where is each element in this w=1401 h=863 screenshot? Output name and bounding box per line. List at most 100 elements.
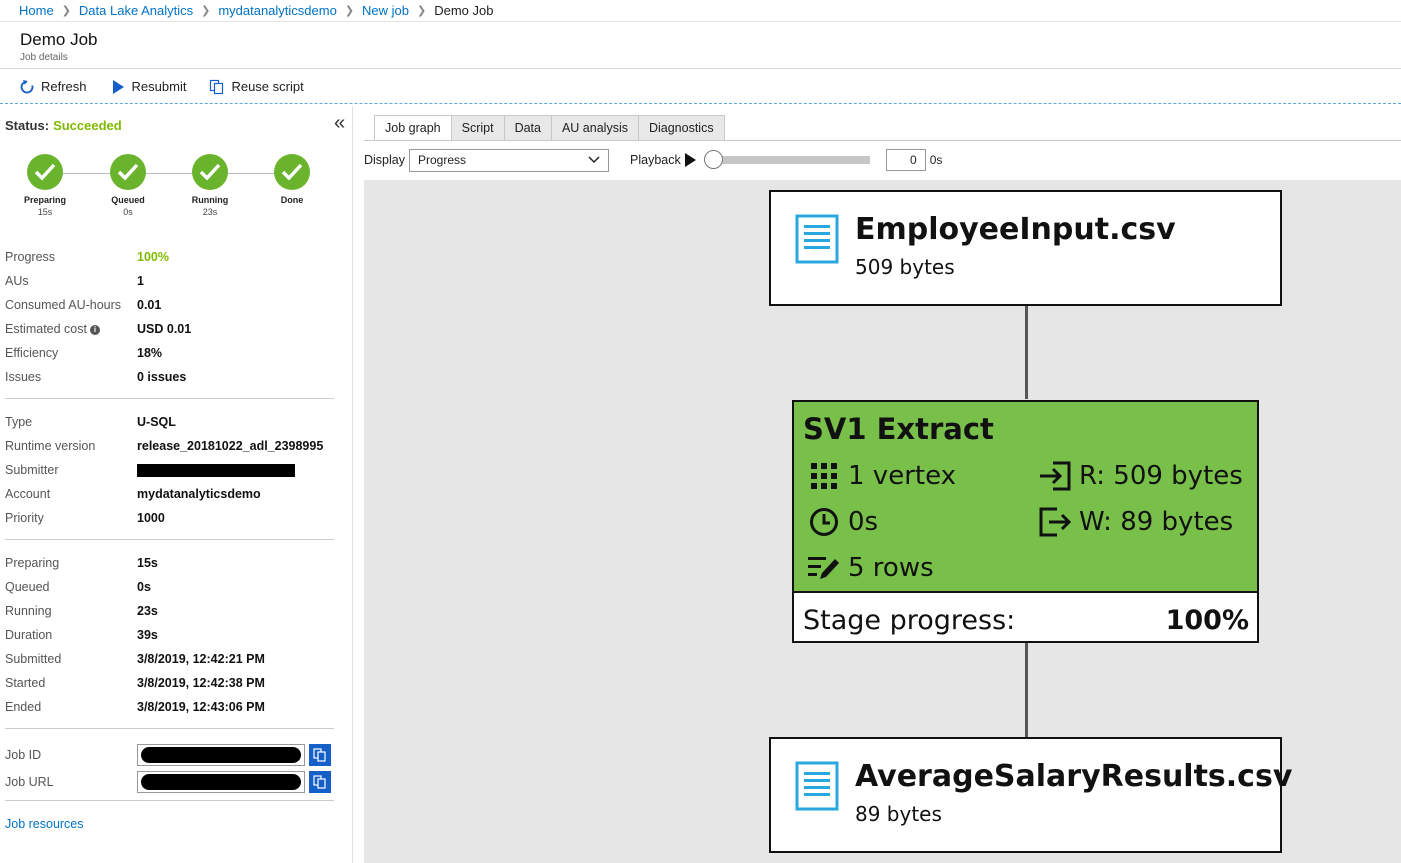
playback-slider[interactable] (703, 150, 870, 170)
tab-au-analysis[interactable]: AU analysis (551, 115, 639, 141)
step-time: 0s (123, 207, 133, 217)
node-name: EmployeeInput.csv (855, 212, 1176, 247)
property-key: Issues (5, 370, 42, 384)
breadcrumb: Home ❯ Data Lake Analytics ❯ mydatanalyt… (0, 0, 1401, 22)
collapse-panel-icon[interactable]: « (334, 112, 345, 135)
stage-progress-label: Stage progress: (803, 605, 1016, 636)
property-row-efficiency: Efficiency 18% (5, 341, 335, 365)
property-value: 1000 (137, 511, 165, 525)
stage-vertices-text: 1 vertex (848, 461, 956, 491)
divider (5, 800, 334, 801)
playback-controls: Playback 0 0s (630, 149, 942, 171)
stage-read-text: R: 509 bytes (1079, 461, 1243, 491)
chevron-down-icon (588, 156, 600, 164)
resubmit-button[interactable]: Resubmit (109, 78, 187, 96)
node-size: 89 bytes (855, 802, 942, 826)
display-label: Display (364, 153, 405, 167)
clock-icon (808, 506, 840, 538)
node-size: 509 bytes (855, 255, 955, 279)
property-row-type: Type U-SQL (5, 410, 335, 434)
breadcrumb-home[interactable]: Home (19, 3, 54, 18)
playback-label: Playback (630, 153, 681, 167)
breadcrumb-account[interactable]: mydatanalyticsdemo (218, 3, 337, 18)
stage-progress-row: Stage progress: 100% (803, 605, 1249, 636)
output-node[interactable]: AverageSalaryResults.csv 89 bytes (769, 737, 1292, 853)
job-url-field[interactable] (137, 770, 305, 793)
breadcrumb-new-job[interactable]: New job (362, 3, 409, 18)
property-value: 23s (137, 604, 158, 618)
job-details-panel: Status: Succeeded « Preparing 15s Queued … (0, 106, 353, 863)
property-key: Job URL (5, 774, 54, 789)
property-value: 39s (137, 628, 158, 642)
copy-job-url-button[interactable] (309, 770, 331, 793)
property-row-account: Account mydatanalyticsdemo (5, 482, 335, 506)
property-value: 3/8/2019, 12:42:38 PM (137, 676, 265, 690)
file-icon (795, 761, 839, 811)
property-key: Submitter (5, 463, 59, 477)
stage-progress-value: 100% (1165, 605, 1249, 636)
property-row-preparing: Preparing 15s (5, 551, 335, 575)
property-key: AUs (5, 274, 29, 288)
stage-vertices: 1 vertex (808, 460, 956, 492)
tab-job-graph[interactable]: Job graph (374, 115, 452, 141)
tab-script[interactable]: Script (451, 115, 505, 141)
property-value: 1 (137, 274, 144, 288)
refresh-button[interactable]: Refresh (18, 78, 87, 96)
file-icon (795, 214, 839, 264)
slider-thumb[interactable] (703, 150, 723, 169)
redacted-value (141, 746, 301, 763)
chevron-right-icon: ❯ (344, 5, 355, 17)
property-row-running: Running 23s (5, 599, 335, 623)
job-graph-canvas[interactable]: EmployeeInput.csv 509 bytes SV1 Extract … (364, 180, 1401, 863)
checkmark-icon (192, 154, 228, 190)
tab-data[interactable]: Data (504, 115, 552, 141)
sign-out-icon (1039, 506, 1071, 538)
input-node[interactable]: EmployeeInput.csv 509 bytes (769, 190, 1282, 306)
stage-node[interactable]: SV1 Extract 1 vertex 0s 5 rows R: 509 by… (792, 400, 1259, 643)
property-row-ended: Ended 3/8/2019, 12:43:06 PM (5, 695, 335, 719)
page-subtitle: Job details (20, 52, 68, 63)
checkmark-icon (27, 154, 63, 190)
stage-rows-text: 5 rows (848, 553, 934, 583)
property-key: Ended (5, 700, 42, 714)
step-done: Done (262, 154, 322, 205)
identifier-properties: Job ID Job URL (5, 741, 335, 795)
reuse-script-button[interactable]: Reuse script (208, 78, 304, 96)
resubmit-label: Resubmit (131, 79, 187, 94)
property-value: 18% (137, 346, 163, 360)
display-select[interactable]: Progress (409, 148, 609, 172)
property-value: 0s (137, 580, 151, 594)
step-running: Running 23s (180, 154, 240, 217)
info-icon[interactable]: i (89, 324, 100, 335)
property-key: Preparing (5, 556, 60, 570)
playback-time-input[interactable]: 0 (885, 149, 926, 171)
job-id-field[interactable] (137, 743, 305, 766)
step-time: 23s (202, 207, 218, 217)
divider (5, 398, 334, 399)
property-row-issues: Issues 0 issues (5, 365, 335, 389)
tab-diagnostics[interactable]: Diagnostics (638, 115, 725, 141)
property-key: Estimated cost i (5, 322, 137, 336)
job-resources-link[interactable]: Job resources (5, 817, 84, 831)
slider-track (711, 156, 870, 164)
stage-write: W: 89 bytes (1039, 506, 1233, 538)
node-name: AverageSalaryResults.csv (855, 759, 1293, 794)
step-label: Preparing (23, 195, 66, 205)
play-icon[interactable] (684, 153, 696, 167)
job-tabs: Job graph Script Data AU analysis Diagno… (374, 115, 725, 141)
divider (0, 68, 1401, 69)
property-key: Queued (5, 580, 50, 594)
property-value: mydatanalyticsdemo (137, 487, 261, 501)
property-key: Efficiency (5, 346, 59, 360)
property-key: Progress (5, 250, 56, 264)
property-row-job-id: Job ID (5, 741, 335, 768)
property-key: Running (5, 604, 52, 618)
steps-connector (45, 173, 293, 174)
property-row-duration: Duration 39s (5, 623, 335, 647)
copy-job-id-button[interactable] (309, 743, 331, 766)
breadcrumb-data-lake-analytics[interactable]: Data Lake Analytics (79, 3, 193, 18)
property-row-submitter: Submitter (5, 458, 335, 482)
divider (5, 728, 334, 729)
property-row-estimated-cost: Estimated cost i USD 0.01 (5, 317, 335, 341)
property-value: 100% (137, 250, 169, 264)
